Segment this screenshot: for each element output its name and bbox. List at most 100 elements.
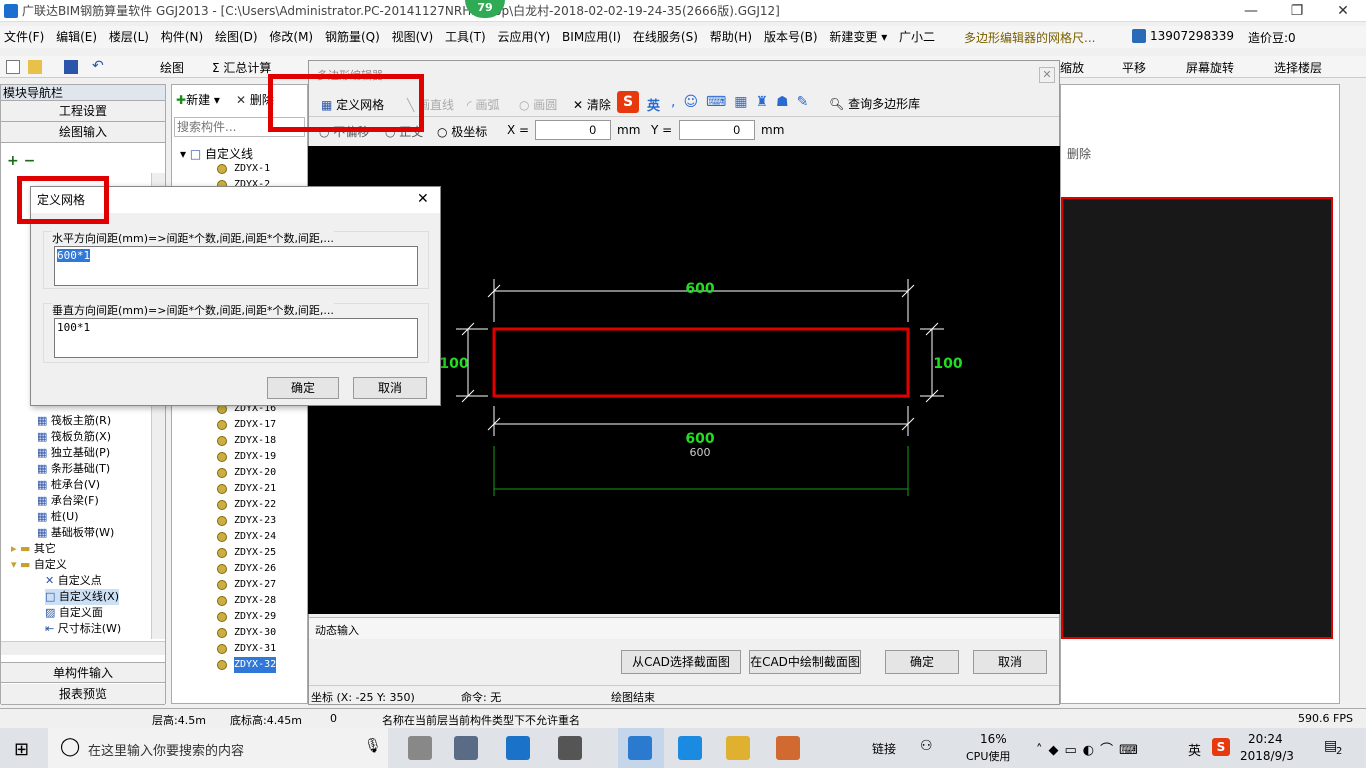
- tree-item-raft-main[interactable]: ▦ 筏板主筋(R): [37, 413, 111, 429]
- clock-time[interactable]: 20:24: [1248, 732, 1283, 746]
- draw-arc-button[interactable]: ◜ 画弧: [467, 96, 499, 113]
- y-input[interactable]: [679, 120, 755, 140]
- app-icon-4[interactable]: [558, 736, 582, 760]
- menu-floor[interactable]: 楼层(L): [105, 26, 153, 48]
- menu-version[interactable]: 版本号(B): [760, 26, 822, 48]
- menu-component[interactable]: 构件(N): [157, 26, 207, 48]
- open-folder-icon[interactable]: [28, 60, 42, 74]
- component-item[interactable]: ZDYX-26: [234, 561, 276, 577]
- editor-close-icon[interactable]: ✕: [1039, 67, 1055, 83]
- tree-folder-custom[interactable]: ▾ ▬ 自定义: [11, 557, 67, 573]
- component-item[interactable]: ZDYX-21: [234, 481, 276, 497]
- component-item[interactable]: ZDYX-18: [234, 433, 276, 449]
- tree-root-custom-line[interactable]: ▾ □ 自定义线: [180, 145, 253, 162]
- tree-item-pile-cap[interactable]: ▦ 桩承台(V): [37, 477, 100, 493]
- tree-item-foundation-strip[interactable]: ▦ 基础板带(W): [37, 525, 114, 541]
- project-settings-button[interactable]: 工程设置: [1, 101, 165, 122]
- component-item[interactable]: ZDYX-20: [234, 465, 276, 481]
- query-polygon-library-button[interactable]: 🔍︎ 查询多边形库: [829, 95, 920, 112]
- dialog-cancel-button[interactable]: 取消: [353, 377, 427, 399]
- horizontal-spacing-input[interactable]: 600*1: [54, 246, 418, 286]
- expand-all-icon[interactable]: + −: [7, 153, 35, 169]
- zoom-button[interactable]: 缩放: [1060, 59, 1084, 76]
- menu-modify[interactable]: 修改(M): [265, 26, 317, 48]
- x-input[interactable]: [535, 120, 611, 140]
- select-cad-button[interactable]: 从CAD选择截面图: [621, 650, 741, 674]
- people-icon[interactable]: ⚇: [920, 738, 933, 754]
- draw-cad-button[interactable]: 在CAD中绘制截面图: [749, 650, 861, 674]
- notes-app-icon[interactable]: [726, 736, 750, 760]
- menu-new-change[interactable]: 新建变更 ▾: [825, 26, 891, 48]
- menu-edit[interactable]: 编辑(E): [52, 26, 101, 48]
- component-item[interactable]: ZDYX-29: [234, 609, 276, 625]
- draw-input-button[interactable]: 绘图输入: [1, 122, 165, 143]
- menu-view[interactable]: 视图(V): [388, 26, 438, 48]
- menu-draw[interactable]: 绘图(D): [211, 26, 262, 48]
- menu-help[interactable]: 帮助(H): [706, 26, 756, 48]
- component-item[interactable]: ZDYX-31: [234, 641, 276, 657]
- tree-item-raft-neg[interactable]: ▦ 筏板负筋(X): [37, 429, 111, 445]
- tree-item-pile[interactable]: ▦ 桩(U): [37, 509, 79, 525]
- menu-online[interactable]: 在线服务(S): [629, 26, 702, 48]
- price-beans[interactable]: 造价豆:0: [1248, 29, 1296, 46]
- link-label[interactable]: 链接: [872, 740, 896, 757]
- right-delete-button[interactable]: 删除: [1067, 145, 1091, 162]
- draw-button[interactable]: 绘图: [160, 59, 184, 76]
- ime-lang-toggle[interactable]: 英: [647, 95, 660, 114]
- save-icon[interactable]: [64, 60, 78, 74]
- glodon-icon[interactable]: [628, 736, 652, 760]
- pan-button[interactable]: 平移: [1122, 59, 1146, 76]
- tree-item-dimension[interactable]: ⇤ 尺寸标注(W): [45, 621, 121, 637]
- dynamic-input-tab[interactable]: 动态输入: [315, 622, 359, 638]
- component-item[interactable]: ZDYX-19: [234, 449, 276, 465]
- component-item[interactable]: ZDYX-32: [234, 657, 277, 673]
- menu-cloud[interactable]: 云应用(Y): [494, 26, 555, 48]
- component-item[interactable]: ZDYX-25: [234, 545, 276, 561]
- tree-item-isolated-footing[interactable]: ▦ 独立基础(P): [37, 445, 110, 461]
- component-item[interactable]: ZDYX-30: [234, 625, 276, 641]
- vertical-spacing-input[interactable]: 100*1: [54, 318, 418, 358]
- windows-start-icon[interactable]: ⊞: [14, 739, 29, 760]
- single-component-button[interactable]: 单构件输入: [1, 662, 165, 683]
- component-item[interactable]: ZDYX-24: [234, 529, 276, 545]
- component-item[interactable]: ZDYX-23: [234, 513, 276, 529]
- ime-indicator[interactable]: 英: [1188, 740, 1201, 759]
- tree-item-custom-face[interactable]: ▨ 自定义面: [45, 605, 103, 621]
- draw-circle-button[interactable]: ○ 画圆: [519, 96, 557, 113]
- tree-item-cap-beam[interactable]: ▦ 承台梁(F): [37, 493, 99, 509]
- close-icon[interactable]: ✕: [1320, 0, 1366, 22]
- menu-rebar[interactable]: 钢筋量(Q): [321, 26, 384, 48]
- tree-folder-other[interactable]: ▸ ▬ 其它: [11, 541, 56, 557]
- ime-tool-icons[interactable]: ,☺⌨▦♜☗✎: [671, 94, 816, 110]
- select-floor-button[interactable]: 选择楼层: [1274, 59, 1322, 76]
- component-item[interactable]: ZDYX-17: [234, 417, 276, 433]
- edge-icon[interactable]: [506, 736, 530, 760]
- clock-date[interactable]: 2018/9/3: [1240, 749, 1294, 763]
- clear-button[interactable]: ✕ 清除: [573, 96, 611, 113]
- tree-item-strip-footing[interactable]: ▦ 条形基础(T): [37, 461, 110, 477]
- tray-icons[interactable]: ˄◆▭◐⌒⌨: [1036, 739, 1144, 758]
- sogou-ime-icon[interactable]: S: [617, 91, 639, 113]
- polar-radio[interactable]: ○ 极坐标: [437, 123, 487, 140]
- minimize-icon[interactable]: —: [1228, 0, 1274, 22]
- plus-app-icon[interactable]: [678, 736, 702, 760]
- restore-icon[interactable]: ❐: [1274, 0, 1320, 22]
- undo-icon[interactable]: ↶: [92, 58, 104, 74]
- main-canvas[interactable]: [1061, 197, 1333, 639]
- editor-ok-button[interactable]: 确定: [885, 650, 959, 674]
- dialog-close-icon[interactable]: ✕: [417, 191, 429, 207]
- taskbar-search-box[interactable]: ◯ 在这里输入你要搜索的内容 🎙︎: [48, 728, 388, 768]
- tree-item-custom-point[interactable]: ✕ 自定义点: [45, 573, 102, 589]
- menu-bim[interactable]: BIM应用(I): [558, 26, 625, 48]
- user-phone[interactable]: 13907298339: [1150, 29, 1234, 43]
- task-view-icon[interactable]: [408, 736, 432, 760]
- sum-calc-button[interactable]: Σ 汇总计算: [212, 59, 271, 76]
- sogou-tray-icon[interactable]: S: [1212, 738, 1230, 756]
- pdf-app-icon[interactable]: [776, 736, 800, 760]
- component-item[interactable]: ZDYX-27: [234, 577, 276, 593]
- component-item[interactable]: ZDYX-1: [234, 161, 270, 177]
- new-component-button[interactable]: ✚新建 ▾: [176, 91, 220, 108]
- dialog-ok-button[interactable]: 确定: [267, 377, 339, 399]
- component-item[interactable]: ZDYX-28: [234, 593, 276, 609]
- rotate-button[interactable]: 屏幕旋转: [1186, 59, 1234, 76]
